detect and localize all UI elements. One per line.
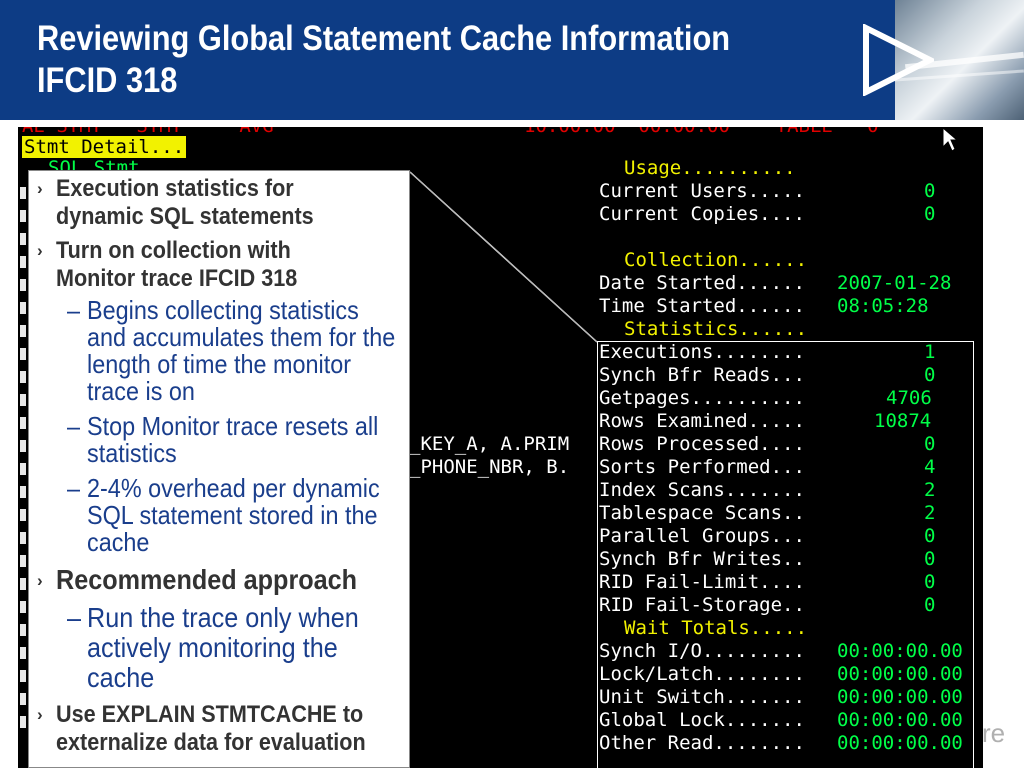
- terminal-top-row-right: 10:00:00 00:00:00 TABLE 0: [524, 127, 879, 138]
- bullet-2-line-2: Monitor trace IFCID 318: [56, 265, 298, 292]
- stat-label-rid-fail-storage: RID Fail-Storage..: [599, 594, 805, 616]
- sub-bullet-overhead: 2-4% overhead per dynamic SQL statement …: [87, 475, 380, 556]
- stat-label-parallel-groups: Parallel Groups...: [599, 525, 805, 547]
- stat-label-synch-bfr-writes: Synch Bfr Writes..: [599, 548, 805, 570]
- wait-value-unit-switch: 00:00:00.00: [837, 686, 963, 708]
- slide-title: Reviewing Global Statement Cache Informa…: [37, 18, 730, 102]
- date-started-label: Date Started......: [599, 272, 805, 294]
- bullet-recommended-approach: Recommended approach: [56, 564, 357, 595]
- bullet-1-line-2: dynamic SQL statements: [56, 203, 314, 230]
- stat-label-sorts-performed: Sorts Performed...: [599, 456, 805, 478]
- bullet-3-line-1: Recommended approach: [56, 564, 358, 595]
- sub-bullet-4-line-1: Run the trace only when: [87, 602, 359, 633]
- wait-value-other-read: 00:00:00.00: [837, 732, 963, 754]
- wait-label-lock-latch: Lock/Latch........: [599, 663, 805, 685]
- bullet-callout-panel: › Execution statistics for dynamic SQL s…: [28, 170, 410, 768]
- sub-bullet-dash: –: [67, 411, 81, 441]
- wait-value-lock-latch: 00:00:00.00: [837, 663, 963, 685]
- sub-bullet-1-line-3: length of time the monitor: [87, 349, 352, 379]
- stat-value-tablespace-scans: 2: [924, 502, 936, 524]
- stat-value-rid-fail-limit: 0: [924, 571, 936, 593]
- stat-value-synch-bfr-reads: 0: [924, 364, 936, 386]
- stmt-detail-menu[interactable]: Stmt Detail...: [22, 136, 187, 158]
- bullet-turn-on-collection: Turn on collection with Monitor trace IF…: [56, 237, 297, 293]
- slide-header: Reviewing Global Statement Cache Informa…: [0, 0, 1024, 120]
- stat-label-synch-bfr-reads: Synch Bfr Reads...: [599, 364, 805, 386]
- slide-title-line-2: IFCID 318: [37, 61, 178, 100]
- wait-value-synch-io: 00:00:00.00: [837, 640, 963, 662]
- stat-label-rows-processed: Rows Processed....: [599, 433, 805, 455]
- stat-label-getpages: Getpages..........: [599, 387, 805, 409]
- stat-label-rows-examined: Rows Examined.....: [599, 410, 805, 432]
- stat-value-executions: 1: [924, 341, 936, 363]
- bullet-4-line-2: externalize data for evaluation: [56, 729, 366, 756]
- sub-bullet-2-line-1: Stop Monitor trace resets all: [87, 411, 379, 441]
- bullet-1-line-1: Execution statistics for: [56, 175, 294, 202]
- stat-value-index-scans: 2: [924, 479, 936, 501]
- footer-watermark: re: [982, 718, 1006, 748]
- wait-label-global-lock: Global Lock.......: [599, 709, 805, 731]
- sub-bullet-3-line-2: SQL statement stored in the: [87, 500, 378, 530]
- stat-label-index-scans: Index Scans.......: [599, 479, 805, 501]
- stat-value-rid-fail-storage: 0: [924, 594, 936, 616]
- wait-label-synch-io: Synch I/O.........: [599, 640, 805, 662]
- sql-text-fragment-2: _PHONE_NBR, B.: [409, 456, 570, 478]
- wait-value-global-lock: 00:00:00.00: [837, 709, 963, 731]
- bullet-execution-statistics: Execution statistics for dynamic SQL sta…: [56, 175, 314, 231]
- stat-value-synch-bfr-writes: 0: [924, 548, 936, 570]
- current-copies-label: Current Copies....: [599, 203, 805, 225]
- time-started-value: 08:05:28: [837, 295, 929, 317]
- sub-bullet-dash: –: [67, 295, 81, 325]
- usage-header: Usage..........: [624, 157, 796, 179]
- date-started-value: 2007-01-28: [837, 272, 952, 294]
- bullet-2-line-1: Turn on collection with: [56, 237, 291, 264]
- slide-title-line-1: Reviewing Global Statement Cache Informa…: [37, 19, 731, 58]
- sub-bullet-dash: –: [67, 602, 82, 633]
- bullet-4-line-1: Use EXPLAIN STMTCACHE to: [56, 701, 364, 728]
- bullet-marker: ›: [37, 241, 43, 260]
- stat-label-executions: Executions........: [599, 341, 805, 363]
- collection-header: Collection......: [624, 249, 808, 271]
- stat-value-rows-processed: 0: [924, 433, 936, 455]
- sub-bullet-4-line-3: cache: [87, 662, 155, 693]
- stat-value-sorts-performed: 4: [924, 456, 936, 478]
- sub-bullet-dash: –: [67, 473, 81, 503]
- stat-label-tablespace-scans: Tablespace Scans..: [599, 502, 805, 524]
- current-users-value: 0: [924, 180, 936, 202]
- wait-label-unit-switch: Unit Switch.......: [599, 686, 805, 708]
- current-copies-value: 0: [924, 203, 936, 225]
- time-started-label: Time Started......: [599, 295, 805, 317]
- sql-text-fragment-1: _KEY_A, A.PRIM: [409, 433, 570, 455]
- bullet-marker: ›: [37, 571, 43, 590]
- sub-bullet-run-trace: Run the trace only when actively monitor…: [87, 603, 359, 693]
- sub-bullet-1-line-4: trace is on: [87, 376, 195, 406]
- bullet-explain-stmtcache: Use EXPLAIN STMTCACHE to externalize dat…: [56, 701, 366, 757]
- play-triangle-icon: [863, 24, 934, 96]
- sub-bullet-4-line-2: actively monitoring the: [87, 632, 338, 663]
- sub-bullet-3-line-3: cache: [87, 527, 150, 557]
- stat-value-getpages: 4706: [886, 387, 932, 409]
- current-users-label: Current Users.....: [599, 180, 805, 202]
- bullet-marker: ›: [37, 705, 43, 724]
- bullet-marker: ›: [37, 179, 43, 198]
- mouse-cursor-icon: [942, 127, 958, 152]
- wait-totals-header: Wait Totals.....: [624, 617, 808, 639]
- sub-bullet-begins-collecting: Begins collecting statistics and accumul…: [87, 297, 395, 405]
- sub-bullet-2-line-2: statistics: [87, 438, 177, 468]
- stat-value-parallel-groups: 0: [924, 525, 936, 547]
- sub-bullet-1-line-1: Begins collecting statistics: [87, 295, 359, 325]
- sub-bullet-3-line-1: 2-4% overhead per dynamic: [87, 473, 380, 503]
- statistics-header: Statistics......: [624, 318, 808, 340]
- wait-label-other-read: Other Read........: [599, 732, 805, 754]
- sub-bullet-1-line-2: and accumulates them for the: [87, 322, 396, 352]
- stat-value-rows-examined: 10874: [874, 410, 932, 432]
- sub-bullet-stop-monitor-trace: Stop Monitor trace resets all statistics: [87, 413, 378, 467]
- stat-label-rid-fail-limit: RID Fail-Limit....: [599, 571, 805, 593]
